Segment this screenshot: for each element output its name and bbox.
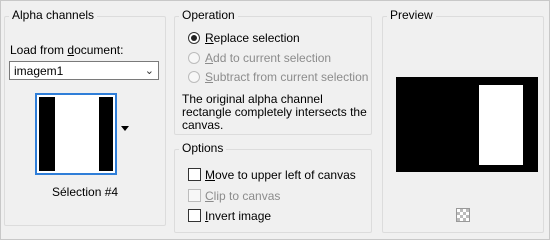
operation-info-line-3: canvas. (182, 118, 224, 132)
options-title: Options (179, 141, 227, 155)
thumbnail-black-area (39, 97, 113, 171)
document-select-value: imagem1 (14, 64, 64, 78)
triangle-down-icon (121, 126, 129, 131)
operation-title: Operation (179, 8, 238, 22)
move-to-upper-left-label[interactable]: Move to upper left of canvas (205, 168, 356, 182)
transparency-checker-icon[interactable] (456, 208, 470, 222)
invert-image-checkbox[interactable] (188, 209, 201, 222)
subtract-from-selection-radio[interactable] (188, 71, 200, 83)
document-select[interactable]: imagem1 ⌄ (9, 61, 159, 80)
add-to-selection-label[interactable]: Add to current selection (205, 51, 331, 65)
chevron-down-icon: ⌄ (144, 65, 154, 77)
clip-to-canvas-label[interactable]: Clip to canvas (205, 189, 280, 203)
replace-selection-label[interactable]: Replace selection (205, 31, 300, 45)
alpha-channels-title: Alpha channels (9, 8, 98, 22)
invert-image-label[interactable]: Invert image (205, 209, 271, 223)
clip-to-canvas-checkbox[interactable] (188, 189, 201, 202)
preview-title: Preview (387, 8, 436, 22)
operation-info-line-1: The original alpha channel (182, 92, 323, 106)
replace-selection-radio[interactable] (188, 32, 200, 44)
move-to-upper-left-checkbox[interactable] (188, 168, 201, 181)
thumbnail-dropdown-button[interactable] (119, 123, 135, 141)
alpha-channel-thumbnail[interactable] (35, 93, 117, 175)
thumbnail-white-area (55, 97, 99, 171)
subtract-from-selection-label[interactable]: Subtract from current selection (205, 70, 368, 84)
add-to-selection-radio[interactable] (188, 52, 200, 64)
preview-image (396, 77, 538, 172)
operation-info-line-2: rectangle completely intersects the (182, 105, 367, 119)
preview-white-area (479, 85, 523, 165)
load-from-document-label: Load from document: (10, 43, 124, 57)
selection-caption: Sélection #4 (52, 185, 119, 199)
